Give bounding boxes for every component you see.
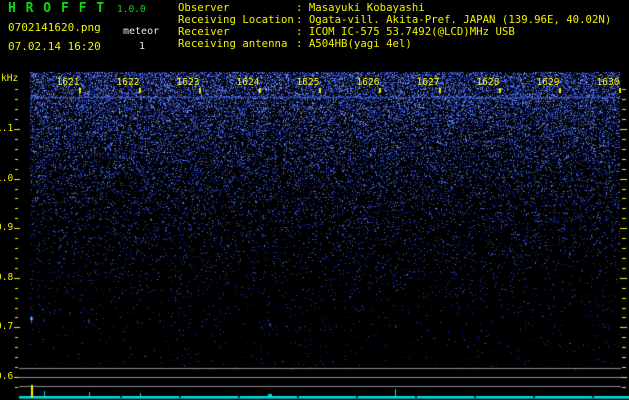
channel-number: 1: [139, 41, 146, 52]
output-filename: 0702141620.png: [8, 21, 101, 34]
spectrogram-canvas: [0, 0, 629, 400]
time-label-1625: 1625: [296, 77, 320, 88]
time-label-1629: 1629: [536, 77, 560, 88]
freq-label-0.6: 0.6: [0, 371, 14, 382]
time-label-1626: 1626: [356, 77, 380, 88]
receiver-info-block: Observer: Masayuki Kobayashi Receiving Lo…: [178, 2, 611, 50]
time-label-1630: 1630: [596, 77, 620, 88]
freq-label-0.7: 0.7: [0, 321, 14, 332]
time-label-1623: 1623: [176, 77, 200, 88]
app-title: H R O F F T: [8, 1, 106, 16]
info-label: Receiving antenna: [178, 37, 288, 50]
time-label-1627: 1627: [416, 77, 440, 88]
mode-label: meteor: [123, 26, 160, 37]
freq-label-1.1: 1.1: [0, 123, 14, 134]
time-label-1624: 1624: [236, 77, 260, 88]
app-version: 1.0.0: [117, 4, 146, 15]
freq-label-0.9: 0.9: [0, 222, 14, 233]
timestamp: 07.02.14 16:20: [8, 40, 101, 53]
time-label-1622: 1622: [116, 77, 140, 88]
hrofft-output-screen: H R O F F T 1.0.0 0702141620.png meteor …: [0, 0, 629, 400]
info-value: A504HB(yagi 4el): [308, 37, 412, 50]
info-separator: :: [296, 37, 309, 50]
freq-axis-unit-label: kHz: [1, 73, 19, 84]
freq-label-1.0: 1.0: [0, 173, 14, 184]
time-label-1621: 1621: [56, 77, 80, 88]
freq-label-0.8: 0.8: [0, 272, 14, 283]
time-label-1628: 1628: [476, 77, 500, 88]
info-row-receiving-antenna: Receiving antenna: A504HB(yagi 4el): [178, 38, 611, 50]
